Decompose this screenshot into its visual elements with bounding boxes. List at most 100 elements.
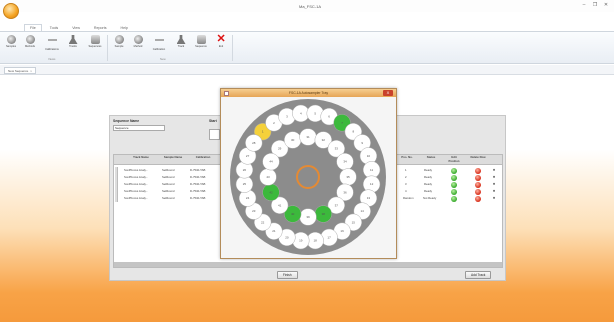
dash-icon bbox=[47, 39, 57, 41]
tab-tools[interactable]: Tools bbox=[44, 24, 64, 31]
close-tab-icon[interactable]: x bbox=[30, 69, 32, 73]
track-name-cell: SoxPFocus Analy... bbox=[124, 196, 149, 200]
methods-view-button[interactable]: Methods bbox=[23, 35, 37, 48]
disc-icon bbox=[25, 35, 35, 44]
delete-row-icon[interactable] bbox=[475, 188, 481, 195]
autosampler-tray-dialog: FSC-1A Autosampler Tray X 1 2 3 4 5 6 7 8 9 10 11 1… bbox=[220, 88, 397, 259]
ribbon: Samples Methods Calibrations Tracks Sequ… bbox=[0, 31, 614, 64]
close-window-icon[interactable]: ✕ bbox=[602, 2, 610, 9]
vial-number: 40 bbox=[291, 212, 295, 216]
sample-name-cell: SetRound bbox=[162, 189, 175, 193]
vial-number: 11 bbox=[370, 168, 373, 172]
exit-button[interactable]: ✕ Exit bbox=[214, 33, 228, 49]
vial-number: 35 bbox=[346, 175, 350, 179]
vial-number: 18 bbox=[314, 239, 318, 243]
new-sequence-button[interactable]: Sequence bbox=[194, 35, 208, 48]
row-selector[interactable] bbox=[115, 167, 118, 174]
sample-name-cell: SetRound bbox=[162, 196, 175, 200]
new-method-button[interactable]: Method bbox=[131, 35, 145, 48]
vial-number: 20 bbox=[285, 235, 289, 239]
vial-number: 12 bbox=[370, 182, 374, 186]
row-selector[interactable] bbox=[115, 174, 118, 181]
disc-icon bbox=[133, 35, 143, 44]
move-row-icon[interactable]: ♦ bbox=[493, 195, 495, 200]
column-header[interactable]: Track Name bbox=[124, 155, 158, 160]
title-bar: Ma_FSC-1A – ❐ ✕ bbox=[0, 0, 614, 12]
restore-icon[interactable]: ❐ bbox=[591, 2, 599, 9]
document-tab-new-sequence[interactable]: New Sequence x bbox=[4, 67, 36, 74]
move-row-icon[interactable]: ♦ bbox=[493, 181, 495, 186]
move-row-icon[interactable]: ♦ bbox=[493, 174, 495, 179]
tab-help[interactable]: Help bbox=[115, 24, 134, 31]
vial-number: 17 bbox=[327, 235, 331, 239]
track-name-cell: SoxPFocus Analy... bbox=[124, 189, 149, 193]
sequence-name-input[interactable]: Sequence bbox=[113, 125, 165, 131]
edit-position-icon[interactable] bbox=[451, 174, 457, 181]
position-cell: 3 bbox=[405, 182, 407, 186]
tab-reports[interactable]: Reports bbox=[88, 24, 113, 31]
delete-row-icon[interactable] bbox=[475, 174, 481, 181]
vial-number: 15 bbox=[352, 220, 356, 224]
horizontal-scrollbar[interactable] bbox=[114, 262, 502, 267]
delete-row-icon[interactable] bbox=[475, 195, 481, 202]
new-sample-button[interactable]: Sample bbox=[112, 35, 126, 48]
status-cell: Ready bbox=[424, 175, 433, 179]
vial-number: 22 bbox=[261, 220, 265, 224]
dialog-close-button[interactable]: X bbox=[383, 90, 393, 96]
vial-number: 19 bbox=[299, 239, 303, 243]
dialog-title: FSC-1A Autosampler Tray bbox=[288, 90, 329, 95]
track-name-cell: SoxPFocus Analy... bbox=[124, 182, 149, 186]
row-selector[interactable] bbox=[115, 195, 118, 202]
column-header[interactable]: Edit Position bbox=[446, 155, 462, 163]
application-menu-orb[interactable] bbox=[3, 3, 19, 19]
start-position-input[interactable] bbox=[209, 129, 220, 140]
window-controls: – ❐ ✕ bbox=[580, 2, 610, 9]
column-header[interactable]: Sample Name bbox=[160, 155, 186, 160]
flask-icon bbox=[176, 35, 186, 44]
move-row-icon[interactable]: ♦ bbox=[493, 167, 495, 172]
row-selector[interactable] bbox=[115, 188, 118, 195]
calibrations-view-button[interactable]: Calibrations bbox=[45, 35, 59, 51]
tracks-view-button[interactable]: Tracks bbox=[66, 35, 80, 48]
samples-view-button[interactable]: Samples bbox=[4, 35, 18, 48]
track-name-cell: SoxPFocus Analy... bbox=[124, 175, 149, 179]
menu-tabs: File Tools View Reports Help bbox=[24, 24, 134, 31]
dialog-title-bar[interactable]: FSC-1A Autosampler Tray X bbox=[221, 89, 396, 97]
vial-number: 13 bbox=[367, 196, 371, 200]
column-header[interactable]: Pos. No. bbox=[401, 155, 413, 160]
dash-icon bbox=[154, 39, 164, 41]
vial-number: 39 bbox=[306, 215, 310, 219]
tray-icon bbox=[196, 35, 206, 44]
disc-icon bbox=[6, 35, 16, 44]
vial-number: 14 bbox=[361, 209, 365, 213]
new-calibration-button[interactable]: Calibration bbox=[152, 35, 166, 51]
edit-position-icon[interactable] bbox=[451, 167, 457, 174]
start-position-label: Start bbox=[209, 119, 217, 123]
status-cell: Not Ready bbox=[423, 196, 437, 200]
column-header[interactable]: Status bbox=[421, 155, 441, 160]
edit-position-icon[interactable] bbox=[451, 195, 457, 202]
finish-button[interactable]: Finish bbox=[277, 271, 298, 279]
edit-position-icon[interactable] bbox=[451, 188, 457, 195]
add-track-button[interactable]: Add Track bbox=[465, 271, 492, 279]
position-cell: 2 bbox=[405, 175, 407, 179]
edit-position-icon[interactable] bbox=[451, 181, 457, 188]
sequence-name-label: Sequence Name bbox=[113, 119, 140, 123]
tab-file[interactable]: File bbox=[24, 24, 42, 31]
vial-number: 25 bbox=[243, 182, 247, 186]
delete-row-icon[interactable] bbox=[475, 181, 481, 188]
column-header[interactable]: Delete Row bbox=[470, 155, 486, 160]
vial-number: 38 bbox=[322, 212, 326, 216]
delete-row-icon[interactable] bbox=[475, 167, 481, 174]
position-cell: Random bbox=[403, 196, 414, 200]
tray-icon bbox=[90, 35, 100, 44]
close-icon: ✕ bbox=[216, 33, 226, 45]
new-track-button[interactable]: Track bbox=[174, 35, 188, 48]
move-row-icon[interactable]: ♦ bbox=[493, 188, 495, 193]
minimize-icon[interactable]: – bbox=[580, 2, 588, 9]
tab-view[interactable]: View bbox=[66, 24, 86, 31]
status-cell: Ready bbox=[424, 182, 433, 186]
sequences-view-button[interactable]: Sequences bbox=[88, 35, 102, 48]
column-header[interactable]: Calibration bbox=[188, 155, 218, 160]
row-selector[interactable] bbox=[115, 181, 118, 188]
